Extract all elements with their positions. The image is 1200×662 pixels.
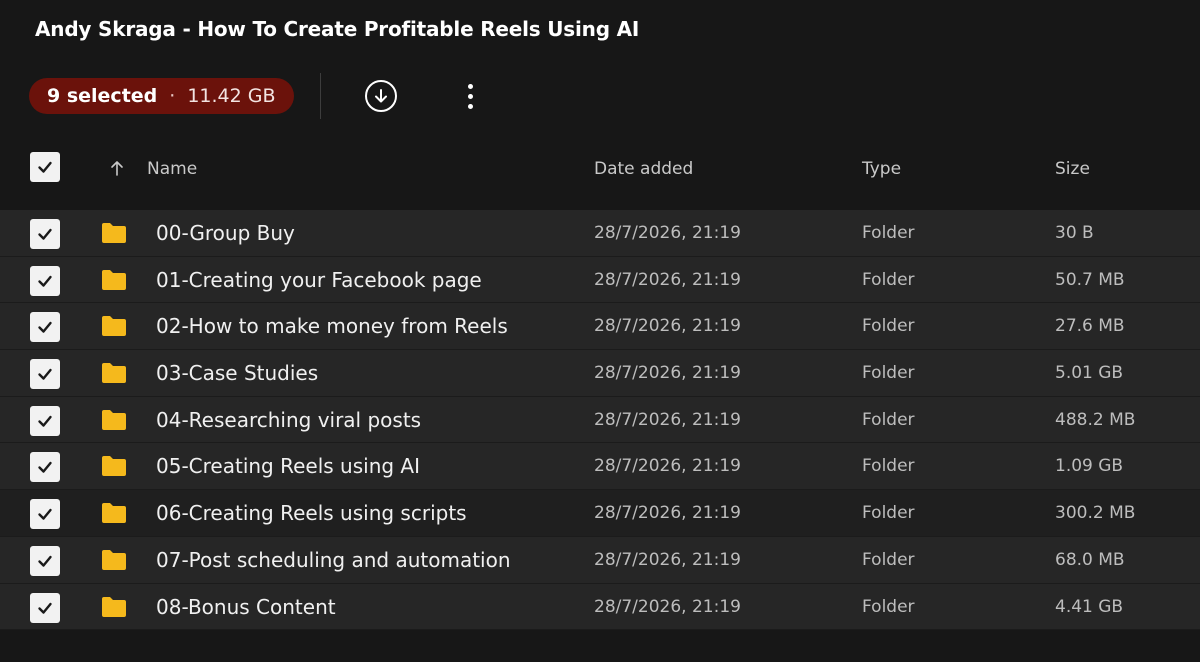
row-checkbox[interactable] [30,545,60,576]
separator-dot: · [169,85,176,107]
table-row[interactable]: 06-Creating Reels using scripts 28/7/202… [0,490,1200,537]
selected-count: 9 selected [47,85,158,107]
row-size: 27.6 MB [1055,316,1125,337]
table-row[interactable]: 00-Group Buy 28/7/2026, 21:19 Folder 30 … [0,210,1200,257]
table-row[interactable]: 08-Bonus Content 28/7/2026, 21:19 Folder… [0,583,1200,631]
toolbar-divider [320,73,321,119]
row-name[interactable]: 05-Creating Reels using AI [156,454,420,478]
column-header-type[interactable]: Type [862,159,901,179]
row-date: 28/7/2026, 21:19 [594,409,741,430]
row-date: 28/7/2026, 21:19 [594,316,741,337]
row-name[interactable]: 01-Creating your Facebook page [156,268,482,292]
table-row[interactable]: 02-How to make money from Reels 28/7/202… [0,303,1200,351]
folder-icon [102,503,126,524]
folder-icon [102,316,126,337]
row-checkbox[interactable] [30,452,60,483]
row-size: 68.0 MB [1055,549,1125,570]
row-date: 28/7/2026, 21:19 [594,363,741,384]
row-date: 28/7/2026, 21:19 [594,223,741,243]
selected-size: 11.42 GB [187,85,276,107]
checkmark-icon [38,161,52,173]
arrow-up-icon[interactable] [107,158,127,178]
row-checkbox[interactable] [30,359,60,390]
row-type: Folder [862,409,915,430]
row-date: 28/7/2026, 21:19 [594,549,741,570]
row-size: 5.01 GB [1055,363,1124,384]
table-row[interactable]: 04-Researching viral posts 28/7/2026, 21… [0,396,1200,444]
row-type: Folder [862,549,915,570]
row-size: 300.2 MB [1055,503,1136,524]
folder-icon [102,363,126,384]
checkmark-icon [38,555,52,567]
more-vertical-icon [467,83,473,89]
row-name[interactable]: 07-Post scheduling and automation [156,548,511,572]
row-checkbox[interactable] [30,219,60,249]
folder-icon [102,596,126,617]
row-size: 4.41 GB [1055,596,1124,617]
folder-icon [102,456,126,477]
row-type: Folder [862,596,915,617]
download-button[interactable] [365,80,397,112]
checkmark-icon [38,602,52,614]
row-type: Folder [862,363,915,384]
row-date: 28/7/2026, 21:19 [594,596,741,617]
row-size: 50.7 MB [1055,269,1125,290]
checkmark-icon [38,508,52,520]
row-checkbox[interactable] [30,405,60,436]
row-type: Folder [862,456,915,477]
checkmark-icon [38,322,52,334]
file-list: 00-Group Buy 28/7/2026, 21:19 Folder 30 … [0,210,1200,631]
checkmark-icon [38,462,52,474]
checkmark-icon [38,275,52,287]
row-checkbox[interactable] [30,312,60,343]
download-circle-icon [375,89,387,103]
row-type: Folder [862,316,915,337]
checkmark-icon [38,228,52,240]
row-date: 28/7/2026, 21:19 [594,503,741,524]
row-name[interactable]: 08-Bonus Content [156,595,336,619]
checkmark-icon [38,368,52,380]
folder-icon [102,269,126,290]
folder-icon [102,549,126,570]
table-row[interactable]: 01-Creating your Facebook page 28/7/2026… [0,256,1200,304]
column-header-size[interactable]: Size [1055,159,1090,179]
row-name[interactable]: 04-Researching viral posts [156,408,421,432]
checkmark-icon [38,415,52,427]
row-name[interactable]: 06-Creating Reels using scripts [156,501,467,525]
select-all-checkbox[interactable] [30,152,60,182]
row-name[interactable]: 00-Group Buy [156,221,295,245]
row-size: 488.2 MB [1055,409,1136,430]
folder-icon [102,409,126,430]
row-checkbox[interactable] [30,499,60,530]
row-checkbox[interactable] [30,265,60,296]
table-row[interactable]: 03-Case Studies 28/7/2026, 21:19 Folder … [0,350,1200,397]
table-row[interactable]: 05-Creating Reels using AI 28/7/2026, 21… [0,443,1200,491]
more-options-button[interactable] [460,80,480,112]
column-header-date[interactable]: Date added [594,159,693,179]
table-header: Name Date added Type Size [0,140,1200,200]
row-type: Folder [862,223,915,243]
row-date: 28/7/2026, 21:19 [594,456,741,477]
row-name[interactable]: 02-How to make money from Reels [156,314,508,338]
row-size: 30 B [1055,223,1094,243]
row-name[interactable]: 03-Case Studies [156,361,318,385]
selection-badge[interactable]: 9 selected · 11.42 GB [29,78,294,114]
row-date: 28/7/2026, 21:19 [594,269,741,290]
table-row[interactable]: 07-Post scheduling and automation 28/7/2… [0,536,1200,584]
row-type: Folder [862,503,915,524]
column-header-name[interactable]: Name [147,159,197,179]
page-title: Andy Skraga - How To Create Profitable R… [35,17,640,41]
folder-icon [102,223,126,243]
selection-toolbar: 9 selected · 11.42 GB [29,73,1169,119]
row-checkbox[interactable] [30,592,60,623]
row-type: Folder [862,269,915,290]
row-size: 1.09 GB [1055,456,1124,477]
